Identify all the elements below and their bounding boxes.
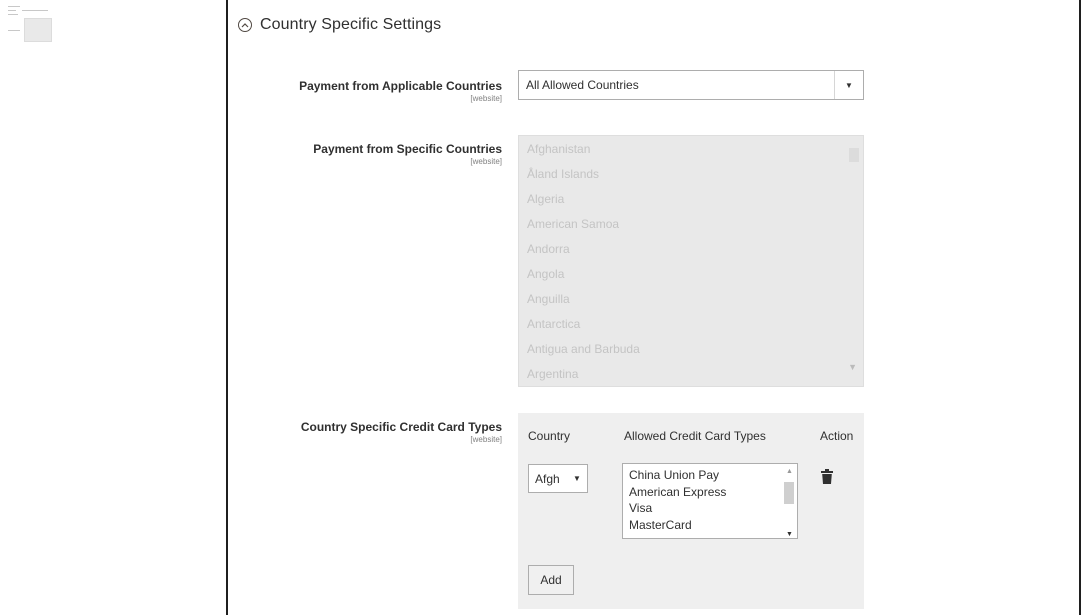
list-item: Afghanistan [527,142,591,156]
collapse-circle-icon[interactable] [238,18,252,32]
list-item: Angola [527,267,565,281]
country-select[interactable]: Afgh ▼ [528,464,588,493]
list-item: Anguilla [527,292,570,306]
sidebar-thumbnail [8,4,52,44]
list-item: Andorra [527,242,570,256]
cc-types-label: Country Specific Credit Card Types [webs… [301,420,502,444]
scope-label: [website] [470,435,502,444]
list-item[interactable]: China Union Pay [623,467,797,484]
list-item: Antigua and Barbuda [527,342,640,356]
applicable-countries-select[interactable]: All Allowed Countries ▼ [518,70,864,100]
scroll-up-icon[interactable]: ▲ [786,468,793,475]
scope-label: [website] [470,157,502,166]
list-item: Åland Islands [527,167,600,181]
config-panel: Country Specific Settings Payment from A… [226,0,1081,615]
scroll-down-icon[interactable]: ▼ [786,531,793,538]
specific-countries-label: Payment from Specific Countries [website… [313,142,502,166]
list-item: Antarctica [527,317,581,331]
credit-card-multiselect[interactable]: China Union Pay American Express Visa Ma… [622,463,798,539]
list-item[interactable]: MasterCard [623,517,797,534]
applicable-countries-label: Payment from Applicable Countries [websi… [299,79,502,103]
cc-types-table: Country Allowed Credit Card Types Action… [518,413,864,609]
scrollbar[interactable]: ▲ ▼ [784,468,794,538]
column-header-allowed: Allowed Credit Card Types [624,429,766,443]
scope-label: [website] [470,94,502,103]
chevron-down-icon[interactable]: ▼ [834,71,863,99]
list-item: Algeria [527,192,565,206]
field-label: Payment from Applicable Countries [299,79,502,93]
section-header[interactable]: Country Specific Settings [238,16,441,34]
add-button[interactable]: Add [528,565,574,595]
field-label: Country Specific Credit Card Types [300,420,502,434]
scroll-down-icon: ▼ [848,362,857,372]
column-header-country: Country [528,429,571,443]
select-value: Afgh [535,471,560,486]
section-title: Country Specific Settings [260,16,442,33]
list-item[interactable]: Visa [623,500,797,517]
scrollbar-thumb [849,148,859,162]
list-item[interactable]: American Express [623,484,797,501]
specific-countries-multiselect: Afghanistan Åland Islands Algeria Americ… [518,135,864,387]
field-label: Payment from Specific Countries [313,142,502,156]
list-item: Argentina [527,367,579,381]
column-header-action: Action [820,429,854,443]
trash-icon[interactable] [821,469,833,489]
list-item: American Samoa [527,217,620,231]
chevron-down-icon[interactable]: ▼ [567,474,587,483]
scrollbar-thumb[interactable] [784,482,794,504]
select-value: All Allowed Countries [526,78,639,92]
